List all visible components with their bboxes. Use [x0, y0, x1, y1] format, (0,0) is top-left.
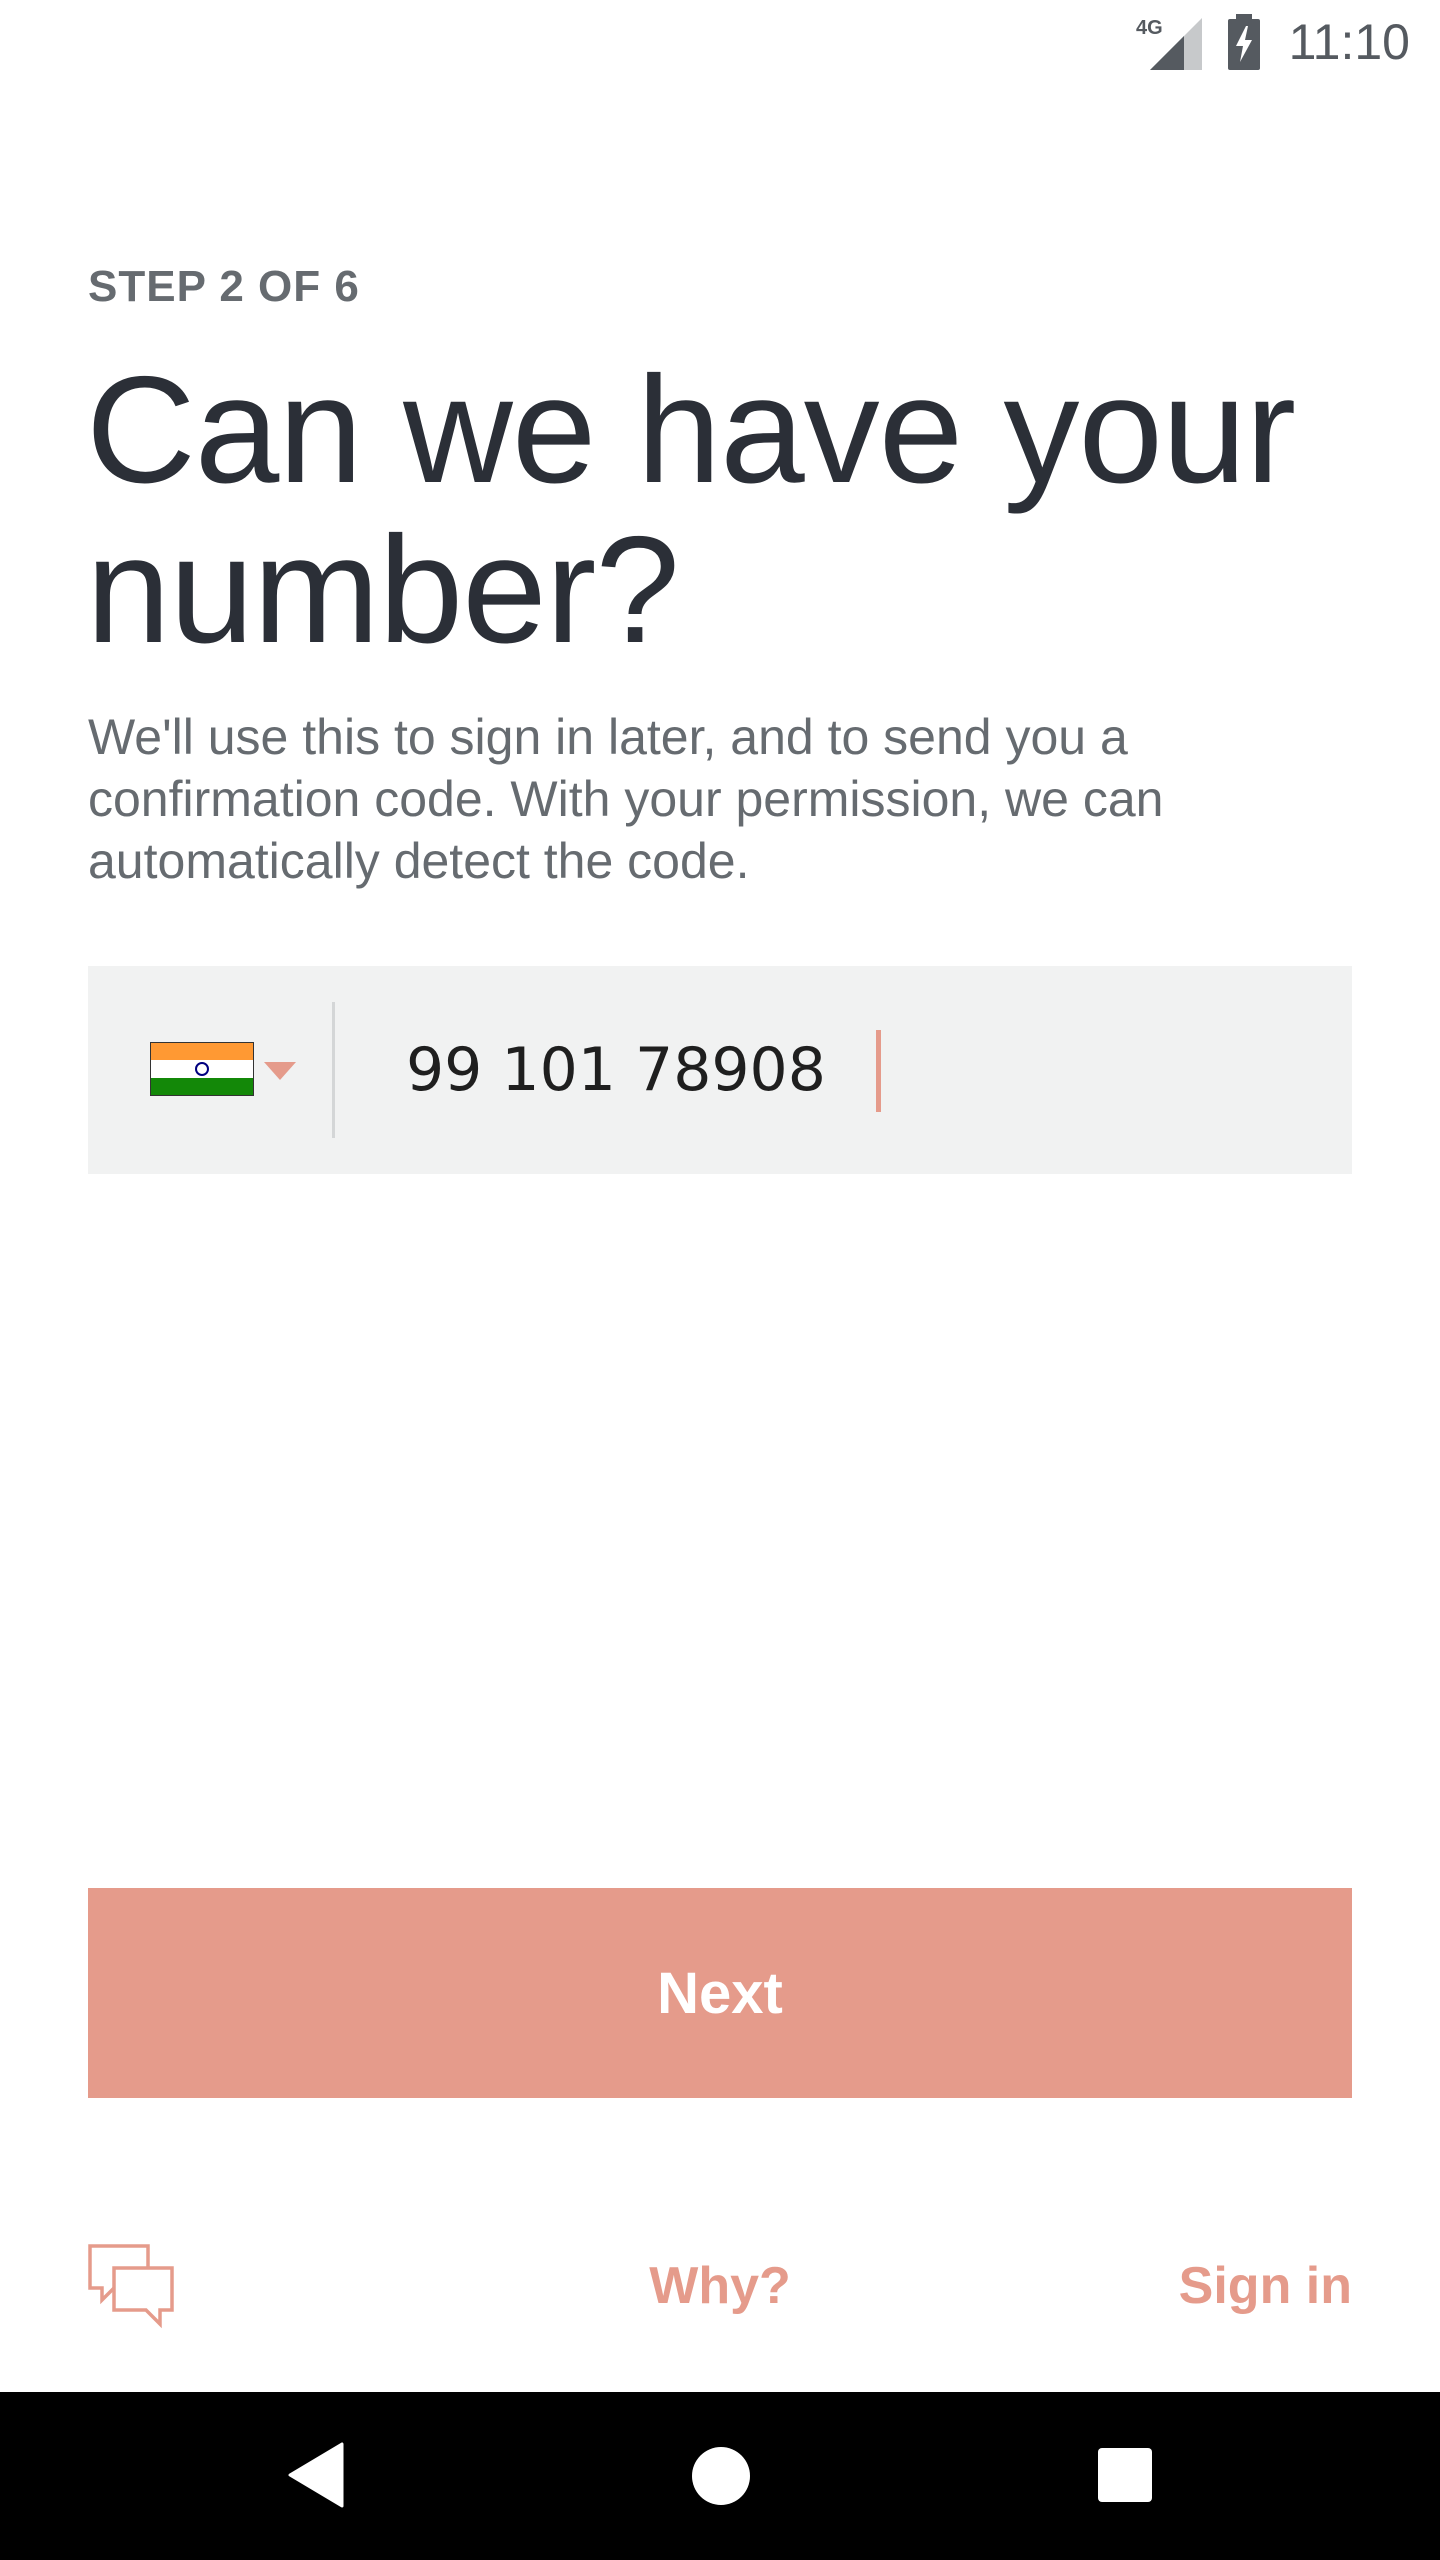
status-bar: 4G 11:10 — [0, 0, 1440, 84]
phone-number-field — [88, 966, 1352, 1174]
next-button[interactable]: Next — [88, 1888, 1352, 2098]
phone-number-input[interactable] — [406, 1006, 1306, 1134]
text-cursor — [876, 1030, 881, 1112]
country-code-picker[interactable] — [88, 966, 332, 1174]
home-circle-icon[interactable] — [692, 2447, 750, 2505]
description-text: We'll use this to sign in later, and to … — [88, 709, 1164, 889]
status-time: 11:10 — [1288, 14, 1410, 70]
india-flag-icon — [150, 1042, 254, 1096]
cell-signal-icon: 4G — [1136, 17, 1202, 70]
back-triangle-icon[interactable] — [288, 2442, 344, 2508]
signup-screen: 4G 11:10 STEP 2 OF 6 Can we have your nu… — [0, 0, 1440, 2560]
step-indicator: STEP 2 OF 6 — [88, 262, 360, 311]
chevron-down-icon — [264, 1062, 296, 1080]
sign-in-link[interactable]: Sign in — [1179, 2256, 1352, 2316]
network-type-label: 4G — [1136, 17, 1163, 39]
why-link[interactable]: Why? — [649, 2256, 791, 2316]
recents-square-icon[interactable] — [1098, 2448, 1152, 2502]
battery-charging-icon — [1228, 14, 1260, 70]
chat-bubbles-icon[interactable] — [88, 2244, 174, 2330]
field-divider — [332, 1002, 335, 1138]
page-title: Can we have your number? — [86, 345, 1296, 675]
navigation-bar — [0, 2392, 1440, 2560]
